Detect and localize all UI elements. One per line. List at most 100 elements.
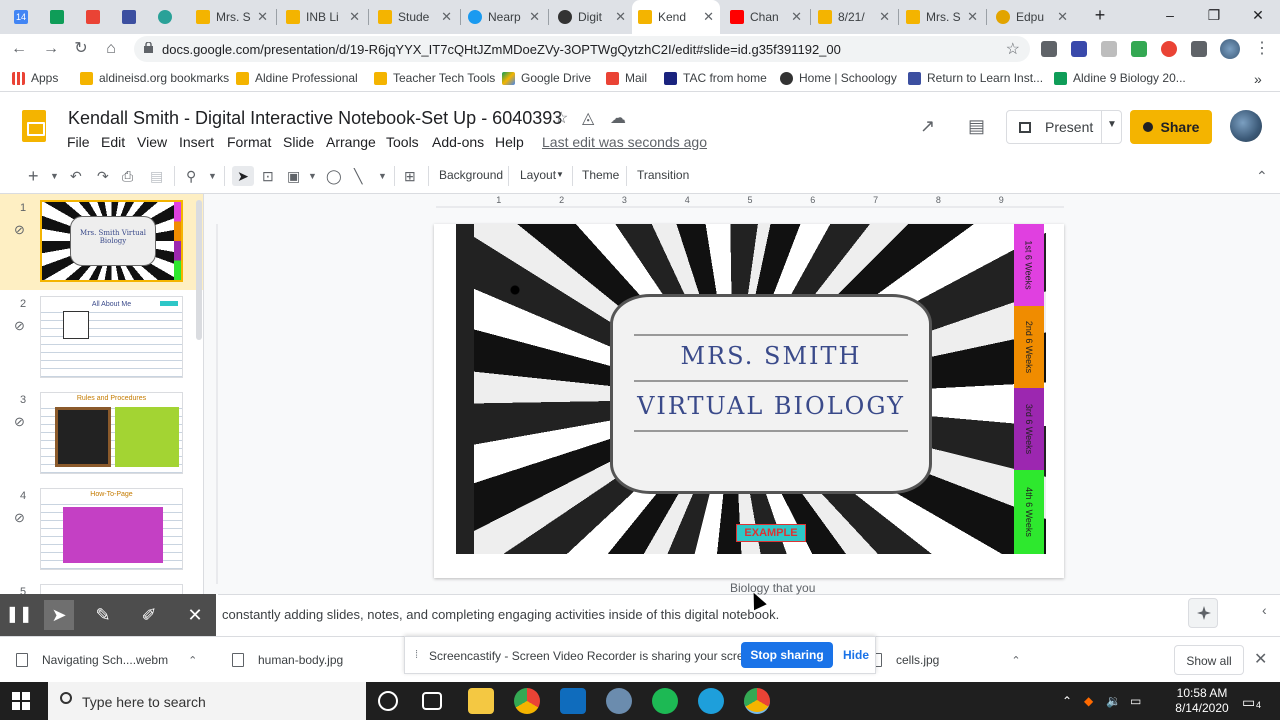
close-tab-icon[interactable]: ✕ xyxy=(441,9,452,25)
extension-icon[interactable] xyxy=(1131,41,1147,57)
tray-overflow-icon[interactable]: ⌃ xyxy=(1062,694,1072,708)
bookmark-schoology[interactable]: Home | Schoology xyxy=(780,71,897,85)
text-box-icon[interactable]: ⊡ xyxy=(262,166,274,186)
tray-app-icon[interactable]: ◆ xyxy=(1084,694,1093,708)
close-tab-icon[interactable]: ✕ xyxy=(529,9,540,25)
image-dropdown-icon[interactable]: ▼ xyxy=(308,166,317,186)
home-icon[interactable]: ⌂ xyxy=(100,38,122,60)
close-tab-icon[interactable]: ✕ xyxy=(257,9,268,25)
bookmark-apps[interactable]: Apps xyxy=(12,71,58,85)
close-tab-icon[interactable]: ✕ xyxy=(349,9,360,25)
profile-avatar[interactable] xyxy=(1220,39,1240,59)
drag-handle-icon[interactable]: ⁞ xyxy=(415,649,418,661)
transition-button[interactable]: Transition xyxy=(637,168,689,182)
address-bar[interactable]: docs.google.com/presentation/d/19-R6jqYY… xyxy=(134,36,1030,62)
tab-mrs-s-2[interactable]: Mrs. S ✕ xyxy=(900,4,984,30)
filmstrip-scrollbar[interactable] xyxy=(196,200,202,340)
maximize-button[interactable]: ❐ xyxy=(1194,4,1234,26)
slide-thumbnail-3[interactable]: 3 ⊘ Rules and Procedures xyxy=(0,386,203,482)
activity-trend-icon[interactable]: ↗ xyxy=(920,116,935,137)
document-title[interactable]: Kendall Smith - Digital Interactive Note… xyxy=(68,108,562,129)
comment-add-icon[interactable]: ⊞ xyxy=(404,166,416,186)
tab-gmail[interactable] xyxy=(80,4,114,30)
layout-button[interactable]: Layout xyxy=(520,168,556,182)
tab-youtube[interactable]: Chan ✕ xyxy=(724,4,808,30)
tab-821[interactable]: 8/21/ ✕ xyxy=(812,4,896,30)
divider-tab-2[interactable]: 2nd 6 Weeks xyxy=(1014,306,1044,388)
extension-icon[interactable] xyxy=(1041,41,1057,57)
bookmark-mail[interactable]: Mail xyxy=(606,71,647,85)
pointer-icon[interactable]: ➤ xyxy=(44,600,74,630)
divider-tab-1[interactable]: 1st 6 Weeks xyxy=(1014,224,1044,306)
extension-c-icon[interactable] xyxy=(1071,41,1087,57)
network-icon[interactable]: ▭ xyxy=(1130,694,1141,708)
divider-tab-4[interactable]: 4th 6 Weeks xyxy=(1014,470,1044,554)
slide-title-line1[interactable]: MRS. SMITH xyxy=(610,342,932,370)
bookmark-star-icon[interactable]: ☆ xyxy=(1006,39,1020,59)
chevron-up-icon[interactable]: ⌃ xyxy=(188,654,197,667)
zoom-icon[interactable]: ⚲ xyxy=(186,166,196,186)
undo-icon[interactable]: ↶ xyxy=(70,166,82,186)
close-window-button[interactable]: ✕ xyxy=(1238,4,1278,26)
close-tab-icon[interactable]: ✕ xyxy=(967,9,978,25)
background-button[interactable]: Background xyxy=(439,168,503,182)
edge-icon[interactable] xyxy=(698,688,724,714)
bookmark-google-drive[interactable]: Google Drive xyxy=(502,71,591,85)
close-tab-icon[interactable]: ✕ xyxy=(703,9,714,25)
task-view-icon[interactable] xyxy=(422,692,442,710)
bookmark-aldine-biology[interactable]: Aldine 9 Biology 20... xyxy=(1054,71,1186,85)
file-explorer-icon[interactable] xyxy=(468,688,494,714)
slide-thumbnail-5[interactable]: 5 xyxy=(0,578,203,594)
explore-button[interactable] xyxy=(1188,598,1218,628)
show-all-button[interactable]: Show all xyxy=(1174,645,1244,675)
more-menu-icon[interactable]: ⋮ xyxy=(1254,41,1270,57)
tab-digit[interactable]: Digit ✕ xyxy=(552,4,632,30)
forward-arrow-icon[interactable]: → xyxy=(40,38,62,60)
cortana-icon[interactable] xyxy=(378,691,398,711)
menu-tools[interactable]: Tools xyxy=(386,134,419,150)
tab-maps[interactable] xyxy=(152,4,186,30)
menu-arrange[interactable]: Arrange xyxy=(326,134,376,150)
close-icon[interactable]: ✕ xyxy=(1254,649,1267,669)
bookmark-aldineisd[interactable]: aldineisd.org bookmarks xyxy=(80,71,229,85)
paint-format-icon[interactable]: ▤ xyxy=(150,166,163,186)
move-to-folder-icon[interactable]: ◬ xyxy=(582,108,594,128)
tab-kendall-active[interactable]: Kend ✕ xyxy=(632,0,720,34)
close-tab-icon[interactable]: ✕ xyxy=(1057,9,1068,25)
taskbar-search[interactable]: Type here to search xyxy=(48,682,366,720)
example-label[interactable]: EXAMPLE xyxy=(736,524,806,542)
select-cursor-icon[interactable]: ➤ xyxy=(232,166,254,186)
close-tab-icon[interactable]: ✕ xyxy=(615,9,626,25)
layout-dropdown-icon[interactable]: ▼ xyxy=(556,170,564,179)
stop-sharing-button[interactable]: Stop sharing xyxy=(741,642,833,668)
bookmark-return-to-learn[interactable]: Return to Learn Inst... xyxy=(908,71,1043,85)
chrome-active-icon[interactable] xyxy=(744,688,770,714)
menu-slide[interactable]: Slide xyxy=(283,134,314,150)
download-item[interactable]: human-body.jpg xyxy=(232,653,343,667)
theme-button[interactable]: Theme xyxy=(582,168,619,182)
tab-mrs-s[interactable]: Mrs. S ✕ xyxy=(190,4,274,30)
download-item[interactable]: cells.jpg ⌃ xyxy=(870,653,1021,667)
volume-icon[interactable]: 🔉 xyxy=(1106,694,1121,708)
tab-drive[interactable] xyxy=(44,4,78,30)
mail-icon[interactable] xyxy=(560,688,586,714)
present-dropdown-icon[interactable]: ▼ xyxy=(1107,119,1117,130)
highlighter-icon[interactable]: ✐ xyxy=(134,600,164,630)
menu-edit[interactable]: Edit xyxy=(101,134,125,150)
reload-icon[interactable]: ↻ xyxy=(70,38,92,60)
minimize-button[interactable]: – xyxy=(1150,4,1190,26)
new-tab-button[interactable]: + xyxy=(1080,4,1120,26)
shape-icon[interactable]: ◯ xyxy=(326,166,342,186)
redo-icon[interactable]: ↷ xyxy=(97,166,109,186)
share-button[interactable]: Share xyxy=(1130,110,1212,144)
present-button[interactable]: Present ▼ xyxy=(1006,110,1122,144)
app-icon[interactable] xyxy=(606,688,632,714)
close-tab-icon[interactable]: ✕ xyxy=(791,9,802,25)
windows-start-icon[interactable] xyxy=(12,692,30,710)
image-icon[interactable]: ▣ xyxy=(287,166,300,186)
close-icon[interactable]: ✕ xyxy=(180,600,210,630)
back-arrow-icon[interactable]: ← xyxy=(8,38,30,60)
bookmark-aldine-professional[interactable]: Aldine Professional xyxy=(236,71,358,85)
tab-inb[interactable]: INB Li ✕ xyxy=(280,4,366,30)
tab-edpuzzle[interactable]: Edpu ✕ xyxy=(990,4,1074,30)
